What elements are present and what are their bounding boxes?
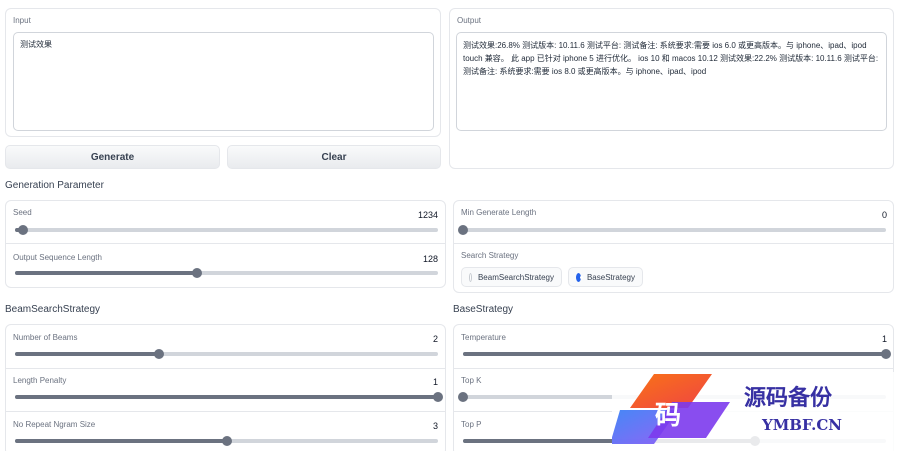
min-generate-length-label: Min Generate Length: [461, 208, 537, 217]
watermark-logo: 码 源码备份 YMBF.CN: [612, 372, 900, 451]
divider: [6, 368, 445, 369]
number-of-beams-value[interactable]: 2: [398, 334, 438, 344]
clear-button[interactable]: Clear: [227, 145, 441, 169]
generation-parameter-title: Generation Parameter: [5, 180, 104, 191]
watermark-subtitle: YMBF.CN: [761, 416, 842, 434]
number-of-beams-label: Number of Beams: [13, 333, 78, 342]
beam-panel: Number of Beams 2 Length Penalty 1 No Re…: [5, 324, 446, 451]
radio-beam-search-strategy[interactable]: BeamSearchStrategy: [461, 267, 562, 287]
no-repeat-ngram-size-label: No Repeat Ngram Size: [13, 420, 96, 429]
divider: [6, 243, 445, 244]
watermark-glyph: 码: [655, 401, 681, 431]
slider-fill: [15, 352, 159, 356]
seed-label: Seed: [13, 208, 32, 217]
no-repeat-ngram-size-slider[interactable]: [15, 436, 438, 446]
slider-thumb[interactable]: [191, 268, 202, 278]
length-penalty-slider[interactable]: [15, 392, 443, 402]
slider-thumb[interactable]: [458, 392, 468, 402]
base-strategy-title: BaseStrategy: [453, 304, 514, 315]
divider: [454, 243, 893, 244]
output-label: Output: [457, 16, 482, 25]
top-k-label: Top K: [461, 376, 482, 385]
input-value: 测试效果: [20, 40, 52, 49]
generate-button[interactable]: Generate: [5, 145, 220, 169]
top-p-label: Top P: [461, 420, 482, 429]
input-panel: Input 测试效果: [5, 8, 441, 137]
temperature-label: Temperature: [461, 333, 506, 342]
length-penalty-value[interactable]: 1: [398, 377, 438, 387]
output-sequence-length-label: Output Sequence Length: [13, 253, 102, 262]
min-generate-length-slider[interactable]: [458, 225, 886, 235]
slider-thumb[interactable]: [153, 349, 164, 359]
temperature-value[interactable]: 1: [847, 334, 887, 344]
search-strategy-label: Search Strategy: [461, 251, 519, 260]
slider-thumb[interactable]: [221, 436, 232, 446]
slider-thumb[interactable]: [433, 392, 443, 402]
slider-fill: [15, 271, 197, 275]
beam-search-strategy-title: BeamSearchStrategy: [5, 304, 101, 315]
temperature-slider[interactable]: [463, 349, 891, 359]
min-generate-length-value[interactable]: 0: [847, 210, 887, 220]
input-textarea[interactable]: 测试效果: [13, 32, 434, 131]
divider: [454, 368, 893, 369]
number-of-beams-slider[interactable]: [15, 349, 438, 359]
output-sequence-length-value[interactable]: 128: [398, 254, 438, 264]
slider-thumb[interactable]: [458, 225, 468, 235]
radio-beam-search-strategy-label: BeamSearchStrategy: [477, 272, 554, 282]
watermark-title: 源码备份: [744, 385, 833, 411]
slider-thumb[interactable]: [18, 225, 29, 235]
output-panel: Output 测试效果:26.8% 测试版本: 10.11.6 测试平台: 测试…: [449, 8, 894, 169]
radio-checked-icon: [576, 272, 583, 282]
slider-fill: [15, 395, 438, 399]
output-sequence-length-slider[interactable]: [15, 268, 438, 278]
seed-slider[interactable]: [15, 225, 438, 235]
generation-right-panel: Min Generate Length 0 Search Strategy Be…: [453, 200, 894, 293]
input-label: Input: [13, 16, 31, 25]
output-value: 测试效果:26.8% 测试版本: 10.11.6 测试平台: 测试备注: 系统要…: [463, 41, 879, 76]
seed-value[interactable]: 1234: [398, 210, 438, 220]
slider-fill: [15, 439, 227, 443]
no-repeat-ngram-size-value[interactable]: 3: [398, 421, 438, 431]
slider-fill: [463, 352, 886, 356]
output-textarea[interactable]: 测试效果:26.8% 测试版本: 10.11.6 测试平台: 测试备注: 系统要…: [456, 32, 887, 131]
length-penalty-label: Length Penalty: [13, 376, 67, 385]
slider-thumb[interactable]: [881, 349, 891, 359]
radio-unchecked-icon: [469, 272, 472, 282]
divider: [6, 411, 445, 412]
radio-base-strategy-label: BaseStrategy: [586, 272, 635, 282]
radio-base-strategy[interactable]: BaseStrategy: [568, 267, 643, 287]
generation-left-panel: Seed 1234 Output Sequence Length 128: [5, 200, 446, 288]
